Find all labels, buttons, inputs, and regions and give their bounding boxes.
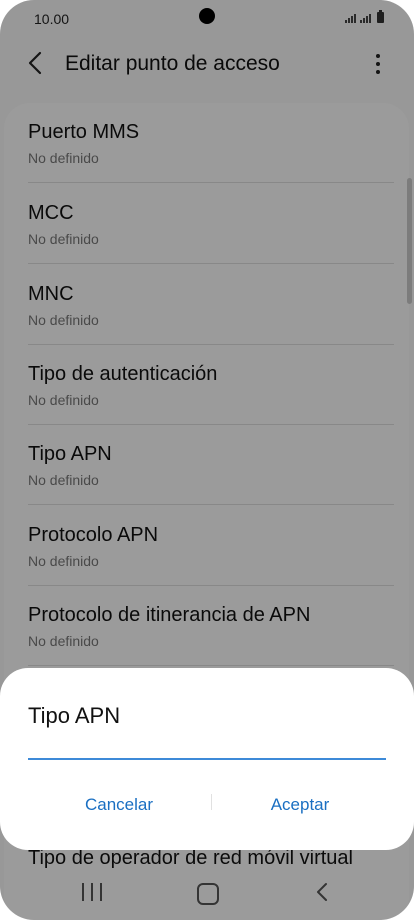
apn-type-input[interactable] [28,740,386,760]
button-divider [211,794,212,810]
tipo-apn-dialog: Tipo APN Cancelar Aceptar [0,668,414,850]
cancel-button[interactable]: Cancelar [39,792,199,818]
dialog-title: Tipo APN [28,703,121,728]
accept-button[interactable]: Aceptar [220,792,380,818]
phone-screen: 10.00 Editar punto de acceso Puerto MMS … [0,0,414,920]
